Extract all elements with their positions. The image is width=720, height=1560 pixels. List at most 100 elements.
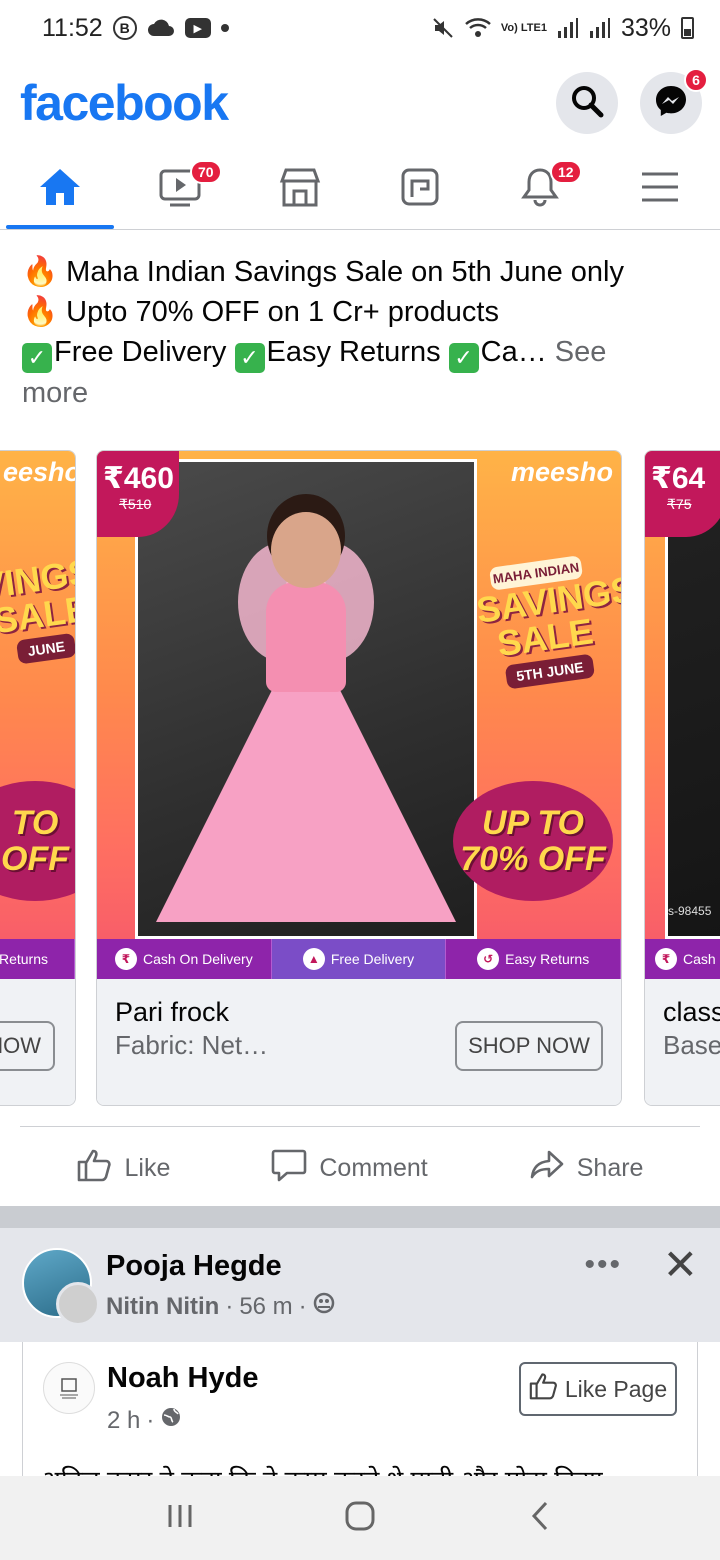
signal-icon bbox=[557, 17, 579, 39]
home-icon bbox=[38, 167, 82, 212]
status-right: Vo) LTE1 33% bbox=[431, 14, 694, 43]
like-page-button[interactable]: Like Page bbox=[519, 1362, 677, 1416]
card-image: eesho VINGS SALE JUNE TO OFF Returns bbox=[0, 451, 75, 979]
battery-percent: 33% bbox=[620, 13, 671, 42]
card-info: Pari frock Fabric: Net… SHOP NOW bbox=[97, 979, 621, 1105]
comment-label: Comment bbox=[319, 1153, 428, 1182]
post-author[interactable]: Pooja Hegde bbox=[106, 1250, 282, 1283]
price-current: ₹64 bbox=[651, 462, 706, 495]
sale-big-text: VINGS SALE bbox=[0, 550, 76, 642]
mute-icon bbox=[431, 16, 455, 40]
shared-time: 2 h bbox=[107, 1406, 141, 1434]
caption-line-3: ✓ Free Delivery ✓ Easy Returns ✓ Ca… See bbox=[22, 332, 702, 373]
off-badge: TO OFF bbox=[0, 781, 75, 901]
recent-apps-button[interactable] bbox=[150, 1488, 210, 1548]
brand-logo: eesho bbox=[3, 457, 76, 487]
back-button[interactable] bbox=[510, 1488, 570, 1548]
shop-now-button[interactable]: NOW bbox=[0, 1021, 55, 1071]
hamburger-menu-icon bbox=[640, 170, 680, 209]
more-options-icon[interactable]: ••• bbox=[584, 1248, 622, 1282]
check-icon: ✓ bbox=[448, 343, 479, 373]
close-icon[interactable]: ✕ bbox=[663, 1240, 698, 1289]
fire-icon: 🔥 bbox=[22, 296, 59, 328]
tab-watch[interactable]: 70 bbox=[120, 150, 240, 229]
tab-notifications[interactable]: 12 bbox=[480, 150, 600, 229]
meta-separator: · bbox=[225, 1292, 234, 1320]
see-more-link[interactable]: See bbox=[555, 336, 607, 368]
home-button[interactable] bbox=[330, 1488, 390, 1548]
tab-home[interactable] bbox=[0, 150, 120, 229]
app-header: facebook 6 bbox=[0, 60, 720, 146]
caption-text-1: Maha Indian Savings Sale on 5th June onl… bbox=[66, 256, 624, 288]
youtube-icon: ▶ bbox=[184, 18, 211, 38]
post-meta: Nitin Nitin · 56 m · bbox=[106, 1292, 335, 1321]
sale-date: 5TH JUNE bbox=[504, 653, 595, 690]
facebook-logo[interactable]: facebook bbox=[20, 74, 229, 132]
signal-icon-2 bbox=[589, 17, 611, 39]
nav-tabs: 70 12 bbox=[0, 150, 720, 230]
cloud-icon bbox=[147, 19, 175, 37]
price-original: ₹510 bbox=[119, 496, 152, 512]
watch-badge: 70 bbox=[190, 160, 222, 184]
sale-badge: MAHA INDIAN SAVINGS SALE 5TH JUNE bbox=[471, 553, 622, 693]
off-text-line-1: TO bbox=[11, 804, 59, 842]
news-feed-icon bbox=[400, 167, 440, 212]
off-badge: UP TO 70% OFF bbox=[453, 781, 613, 901]
product-code: s-98455 bbox=[668, 904, 712, 918]
meesho-logo: meesho bbox=[510, 457, 613, 487]
off-text-line-1: UP TO bbox=[481, 804, 585, 842]
price-tag: ₹460 ₹510 bbox=[97, 451, 179, 537]
status-time: 11:52 bbox=[42, 13, 103, 42]
status-bar: 11:52 B ▶ Vo) LTE1 33% bbox=[0, 0, 720, 56]
strip-item-returns: Returns bbox=[0, 939, 75, 979]
shared-by[interactable]: Nitin Nitin bbox=[106, 1293, 219, 1321]
like-button[interactable]: Like bbox=[77, 1148, 170, 1189]
ad-carousel[interactable]: eesho VINGS SALE JUNE TO OFF Returns NOW bbox=[0, 450, 720, 1106]
see-more-link-cont[interactable]: more bbox=[22, 373, 702, 413]
tab-news[interactable] bbox=[360, 150, 480, 229]
sale-badge: VINGS SALE JUNE bbox=[0, 550, 76, 670]
strip-label: Cash On Delivery bbox=[142, 951, 253, 967]
share-button[interactable]: Share bbox=[529, 1149, 643, 1188]
sale-date: JUNE bbox=[16, 632, 75, 665]
shared-page-name[interactable]: Noah Hyde bbox=[107, 1362, 258, 1395]
check-item-3: Ca… bbox=[480, 336, 547, 368]
page-avatar[interactable] bbox=[43, 1362, 95, 1414]
shop-now-button[interactable]: SHOP NOW bbox=[455, 1021, 603, 1071]
returns-icon: ↺ bbox=[477, 948, 500, 970]
wifi-icon bbox=[465, 17, 491, 39]
dress-bodice bbox=[266, 582, 346, 692]
messenger-icon bbox=[654, 84, 688, 123]
comment-button[interactable]: Comment bbox=[271, 1148, 428, 1189]
meta-separator: · bbox=[298, 1292, 307, 1320]
price-original: ₹75 bbox=[667, 496, 692, 512]
recent-apps-icon bbox=[165, 1502, 195, 1535]
avatar-stack[interactable] bbox=[22, 1248, 100, 1326]
sale-big-text: SAVINGS SALE bbox=[473, 568, 622, 665]
tab-marketplace[interactable] bbox=[240, 150, 360, 229]
carousel-card-right[interactable]: s-98455 ₹64 ₹75 ₹ Cash class Base bbox=[644, 450, 720, 1106]
girl-head bbox=[271, 512, 341, 588]
thumbs-up-icon bbox=[529, 1372, 559, 1406]
check-icon: ✓ bbox=[22, 343, 52, 373]
back-chevron-icon bbox=[529, 1500, 551, 1537]
carousel-card-left[interactable]: eesho VINGS SALE JUNE TO OFF Returns NOW bbox=[0, 450, 76, 1106]
product-photo bbox=[135, 459, 477, 939]
feature-strip: Returns bbox=[0, 939, 75, 979]
feature-strip: ₹ Cash bbox=[645, 939, 720, 979]
tab-menu[interactable] bbox=[600, 150, 720, 229]
share-icon bbox=[529, 1149, 565, 1188]
strip-label: Returns bbox=[0, 951, 48, 967]
home-square-icon bbox=[344, 1500, 376, 1537]
status-left: 11:52 B ▶ bbox=[42, 14, 229, 43]
caption-line-2: 🔥 Upto 70% OFF on 1 Cr+ products bbox=[22, 292, 702, 332]
search-button[interactable] bbox=[556, 72, 618, 134]
card-info: NOW bbox=[0, 979, 75, 1105]
post-caption: 🔥 Maha Indian Savings Sale on 5th June o… bbox=[22, 252, 702, 413]
divider bbox=[20, 1126, 700, 1127]
feed-separator bbox=[0, 1206, 720, 1228]
feature-strip: ₹ Cash On Delivery ▲ Free Delivery ↺ Easy R… bbox=[97, 939, 621, 979]
user-avatar bbox=[56, 1282, 100, 1326]
messenger-button[interactable]: 6 bbox=[640, 68, 708, 134]
carousel-card-main[interactable]: ₹460 ₹510 meesho MAHA INDIAN SAVINGS SAL… bbox=[96, 450, 622, 1106]
